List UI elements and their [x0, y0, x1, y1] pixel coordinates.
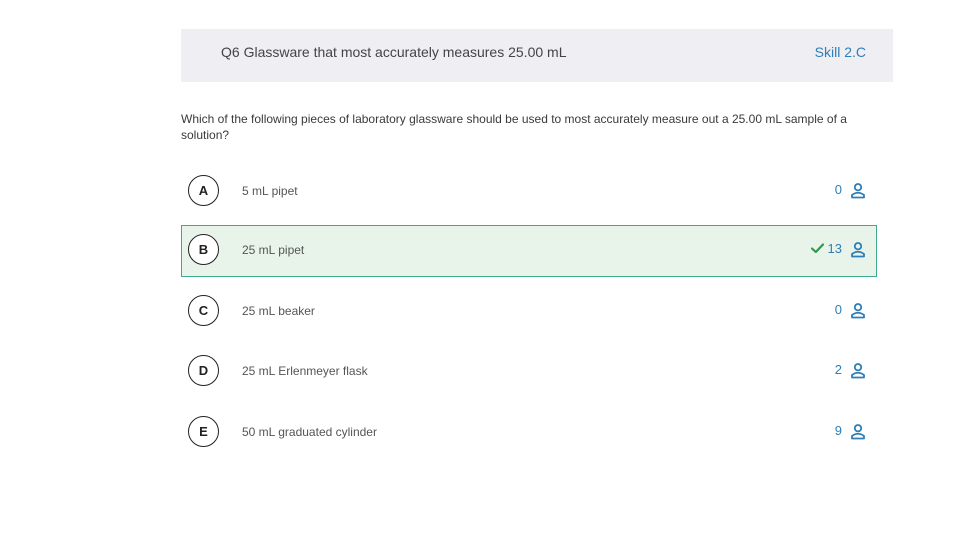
question-title: Q6 Glassware that most accurately measur…: [221, 44, 567, 60]
option-text: 50 mL graduated cylinder: [242, 425, 377, 439]
quiz-page: Q6 Glassware that most accurately measur…: [0, 0, 960, 540]
response-count: 9: [835, 423, 842, 438]
answer-option-c[interactable]: C 25 mL beaker 0: [181, 286, 877, 338]
response-count-value: 13: [827, 241, 842, 256]
answer-option-d[interactable]: D 25 mL Erlenmeyer flask 2: [181, 346, 877, 398]
option-text: 5 mL pipet: [242, 184, 298, 198]
option-text: 25 mL Erlenmeyer flask: [242, 364, 368, 378]
answer-option-b[interactable]: B 25 mL pipet 13: [181, 225, 877, 277]
user-icon: [851, 242, 865, 258]
checkmark-icon: [810, 243, 824, 254]
response-count-value: 0: [834, 182, 842, 197]
response-count: 13: [810, 241, 842, 256]
option-letter: B: [188, 234, 219, 265]
response-count-value: 9: [834, 423, 842, 438]
response-count-value: 0: [834, 302, 842, 317]
response-count: 2: [835, 362, 842, 377]
option-text: 25 mL beaker: [242, 304, 315, 318]
option-letter: C: [188, 295, 219, 326]
option-letter: A: [188, 175, 219, 206]
user-icon: [851, 183, 865, 199]
question-text: Which of the following pieces of laborat…: [181, 112, 847, 142]
question-header: Q6 Glassware that most accurately measur…: [181, 29, 893, 82]
response-count-value: 2: [834, 362, 842, 377]
response-count: 0: [835, 302, 842, 317]
user-icon: [851, 363, 865, 379]
response-count: 0: [835, 182, 842, 197]
user-icon: [851, 424, 865, 440]
answer-option-e[interactable]: E 50 mL graduated cylinder 9: [181, 407, 877, 459]
option-letter: E: [188, 416, 219, 447]
answer-option-a[interactable]: A 5 mL pipet 0: [181, 166, 877, 218]
option-text: 25 mL pipet: [242, 243, 305, 257]
option-letter: D: [188, 355, 219, 386]
user-icon: [851, 303, 865, 319]
skill-link[interactable]: Skill 2.C: [815, 44, 866, 60]
